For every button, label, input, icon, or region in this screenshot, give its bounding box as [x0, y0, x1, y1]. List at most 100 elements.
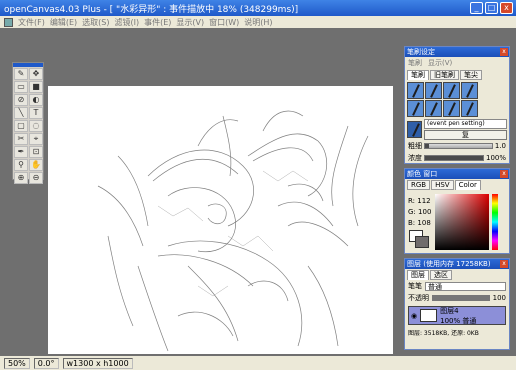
r-value: 112	[417, 197, 431, 205]
line-tool-icon[interactable]: ╲	[14, 107, 28, 119]
close-icon[interactable]: x	[500, 170, 508, 178]
color-picker-field[interactable]	[435, 194, 489, 250]
close-icon[interactable]: x	[500, 48, 508, 56]
app-icon	[4, 17, 13, 27]
current-brush-icon	[407, 121, 422, 138]
select-rect-icon[interactable]: ▢	[14, 120, 28, 132]
density-label: 浓度	[408, 154, 422, 162]
size-label: 粗细	[408, 142, 422, 150]
close-button[interactable]: x	[500, 2, 513, 14]
tab-hsv[interactable]: HSV	[431, 180, 454, 190]
hue-slider[interactable]	[492, 194, 498, 250]
menu-filter[interactable]: 滤镜(I)	[114, 17, 139, 28]
tab-brush[interactable]: 笔刷	[407, 70, 429, 80]
tab-selection[interactable]: 选区	[430, 270, 452, 280]
sketch-drawing	[97, 110, 369, 352]
tab-layer[interactable]: 图层	[407, 270, 429, 280]
layer-info: 100% 普通	[440, 316, 477, 325]
density-slider-row: 浓度 100%	[405, 152, 509, 164]
drawing-canvas[interactable]	[48, 86, 393, 354]
zoom-in-icon[interactable]: ⊕	[14, 172, 28, 184]
color-panel: 颜色 窗口 x RGB HSV Color R: 112 G: 100 B: 1…	[404, 168, 510, 254]
hand-icon[interactable]: ✋	[29, 159, 43, 171]
b-label: B:	[408, 219, 416, 227]
brush-preset-name: (event pen setting)	[424, 119, 507, 129]
foreground-color-swatch[interactable]	[415, 236, 429, 248]
tab-old-brush[interactable]: 旧笔刷	[430, 70, 459, 80]
brush-panel: 笔刷设定 x 笔刷 显示(V) 笔刷 旧笔刷 笔尖 (event pen set…	[404, 46, 510, 164]
rotation-angle[interactable]: 0.0°	[33, 357, 59, 369]
layer-memory-footer: 图层: 3518KB, 还原: 0KB	[408, 330, 479, 337]
brush-panel-title[interactable]: 笔刷设定 x	[405, 47, 509, 57]
tab-brush-tip[interactable]: 笔尖	[460, 70, 482, 80]
minimize-button[interactable]: _	[470, 2, 483, 14]
brush-preset[interactable]	[407, 100, 424, 117]
blur-tool-icon[interactable]: ◐	[29, 94, 43, 106]
brush-preset[interactable]	[425, 100, 442, 117]
opacity-label: 不透明	[408, 294, 429, 302]
menu-event[interactable]: 事件(E)	[144, 17, 171, 28]
transform-icon[interactable]: ⌖	[29, 133, 43, 145]
brush-preset[interactable]	[443, 100, 460, 117]
brush-preset[interactable]	[425, 82, 442, 99]
text-tool-icon[interactable]: T	[29, 107, 43, 119]
rgb-readout: R: 112 G: 100 B: 108	[408, 196, 431, 229]
eraser-tool-icon[interactable]: ⊘	[14, 94, 28, 106]
rect-tool-icon[interactable]: ▭	[14, 81, 28, 93]
opacity-slider[interactable]	[432, 295, 490, 301]
brush-submenu-brush[interactable]: 笔刷	[408, 58, 422, 68]
color-panel-title-text: 颜色 窗口	[407, 170, 438, 178]
layer-thumbnail	[420, 309, 438, 322]
r-label: R:	[408, 197, 416, 205]
close-icon[interactable]: x	[500, 260, 508, 268]
blend-mode-select[interactable]: 普通	[425, 281, 506, 291]
brush-preset[interactable]	[443, 82, 460, 99]
canvas-size: w1300 x h1000	[62, 357, 133, 369]
menu-select[interactable]: 选取(S)	[82, 17, 109, 28]
density-slider[interactable]	[424, 155, 484, 161]
g-label: G:	[408, 208, 416, 216]
menu-edit[interactable]: 编辑(E)	[50, 17, 77, 28]
opacity-value: 100	[492, 294, 506, 302]
zoom-level[interactable]: 50%	[4, 357, 30, 369]
cut-icon[interactable]: ✂	[14, 133, 28, 145]
zoom-out-icon[interactable]: ⊖	[29, 172, 43, 184]
lasso-icon[interactable]: ◌	[29, 120, 43, 132]
layer-name: 图层4	[440, 306, 459, 315]
size-slider[interactable]	[424, 143, 493, 149]
brush-preset[interactable]	[461, 82, 478, 99]
status-bar: 50% 0.0° w1300 x h1000	[0, 356, 516, 370]
menu-file[interactable]: 文件(F)	[18, 17, 45, 28]
menu-bar: 文件(F) 编辑(E) 选取(S) 滤镜(I) 事件(E) 显示(V) 窗口(W…	[0, 16, 516, 28]
density-value: 100%	[485, 154, 506, 162]
pen-tool-icon[interactable]: ✎	[14, 68, 28, 80]
brush-preset-grid	[405, 80, 509, 119]
color-panel-title[interactable]: 颜色 窗口 x	[405, 169, 509, 179]
tab-color[interactable]: Color	[454, 180, 481, 190]
tab-rgb[interactable]: RGB	[407, 180, 431, 190]
brush-preset[interactable]	[407, 82, 424, 99]
brush-submenu-view[interactable]: 显示(V)	[428, 58, 452, 68]
blend-mode-label: 笔笔	[408, 282, 422, 290]
crop-icon[interactable]: ⊡	[29, 146, 43, 158]
size-value: 1.0	[494, 142, 506, 150]
fill-tool-icon[interactable]: ■	[29, 81, 43, 93]
layer-panel-title[interactable]: 图层 (使用内存 17258KB) x	[405, 259, 509, 269]
b-value: 108	[417, 219, 431, 227]
layer-list-item[interactable]: ◉ 图层4 100% 普通	[408, 306, 506, 325]
magic-wand-icon[interactable]: ⚲	[14, 159, 28, 171]
maximize-button[interactable]: □	[485, 2, 498, 14]
brush-preset[interactable]	[461, 100, 478, 117]
menu-window[interactable]: 窗口(W)	[209, 17, 239, 28]
menu-help[interactable]: 说明(H)	[244, 17, 272, 28]
window-title: openCanvas4.03 Plus - [ "水彩异形" : 事件描放中 1…	[4, 4, 299, 15]
menu-view[interactable]: 显示(V)	[176, 17, 204, 28]
restore-button[interactable]: 复	[424, 130, 507, 140]
layer-panel-title-text: 图层 (使用内存 17258KB)	[407, 260, 491, 268]
title-bar: openCanvas4.03 Plus - [ "水彩异形" : 事件描放中 1…	[0, 0, 516, 16]
eye-icon[interactable]: ◉	[411, 312, 417, 320]
move-tool-icon[interactable]: ✥	[29, 68, 43, 80]
dropper-icon[interactable]: ✒	[14, 146, 28, 158]
size-slider-row: 粗细 1.0	[405, 140, 509, 152]
brush-panel-title-text: 笔刷设定	[407, 48, 435, 56]
